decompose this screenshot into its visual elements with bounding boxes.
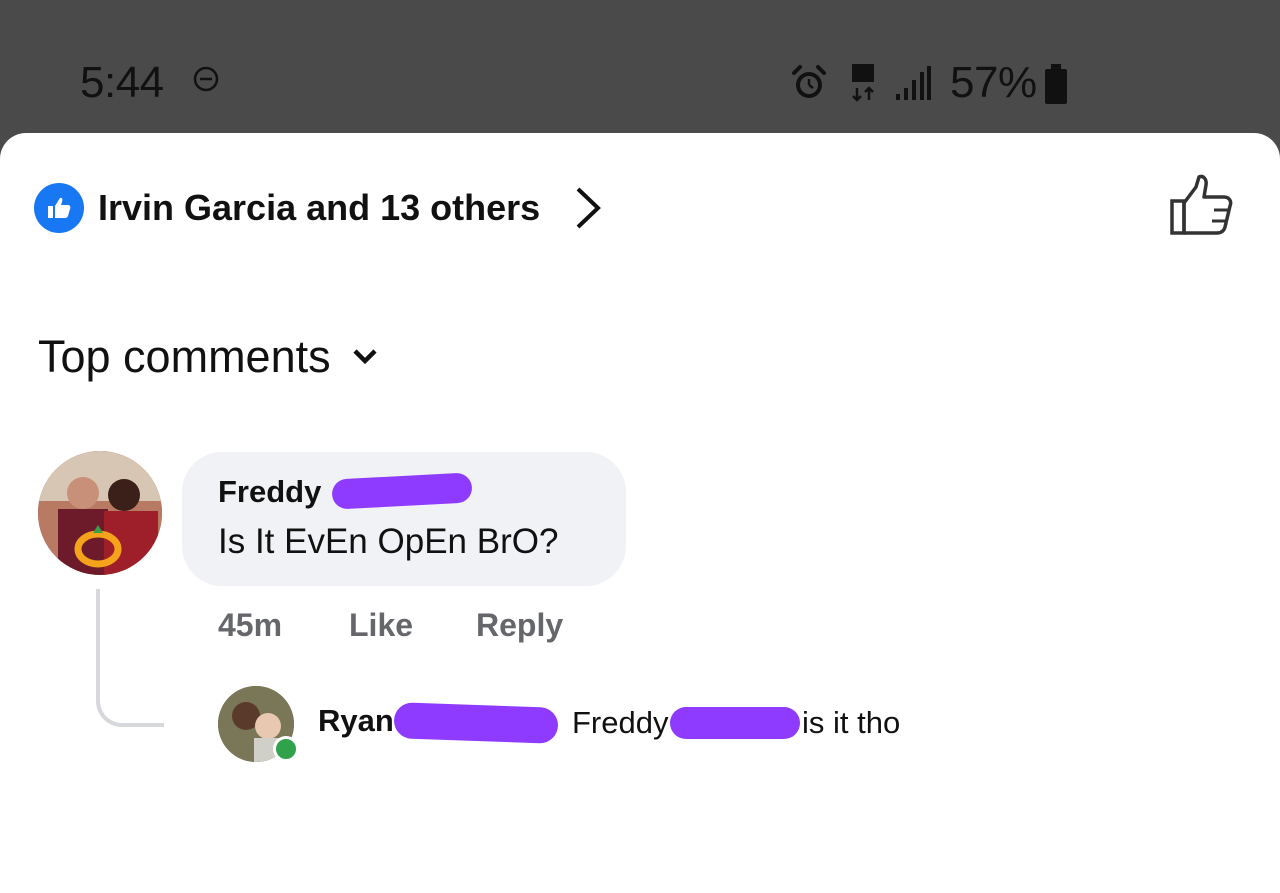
do-not-disturb-icon	[193, 66, 219, 92]
comment-bubble: Freddy Is It EvEn OpEn BrO?	[182, 452, 626, 586]
battery-percent: 57%	[950, 58, 1037, 107]
sort-comments-dropdown[interactable]: Top comments	[38, 331, 379, 383]
comment-text: Is It EvEn OpEn BrO?	[218, 522, 559, 561]
signal-icon	[896, 66, 931, 100]
comment-like-button[interactable]: Like	[349, 607, 413, 644]
online-status-indicator	[273, 736, 299, 762]
like-badge-icon	[34, 183, 84, 233]
like-button-icon[interactable]	[1168, 173, 1234, 239]
redaction-mark	[670, 707, 800, 739]
sort-label: Top comments	[38, 331, 331, 382]
redaction-mark	[331, 472, 473, 510]
chevron-right-icon	[576, 187, 602, 229]
avatar[interactable]	[38, 451, 162, 575]
reply-mention[interactable]: Freddy	[572, 705, 668, 741]
redaction-mark	[393, 702, 559, 744]
reply-text: is it tho	[802, 705, 901, 740]
status-bar: 5:44 57%	[0, 0, 1280, 140]
status-time: 5:44	[80, 58, 164, 107]
chevron-down-icon	[353, 349, 377, 365]
reply-thread-line	[96, 589, 164, 727]
comments-sheet: Irvin Garcia and 13 others Top comments …	[0, 133, 1280, 893]
alarm-icon	[792, 65, 826, 98]
comment-timestamp: 45m	[218, 607, 283, 643]
mobile-data-icon	[852, 64, 874, 102]
comment-author[interactable]: Freddy	[218, 474, 321, 510]
battery-icon	[1045, 64, 1067, 104]
reply-author[interactable]: Ryan	[318, 703, 394, 739]
comment-reply-button[interactable]: Reply	[476, 607, 563, 644]
reactions-text: Irvin Garcia and 13 others	[98, 187, 541, 228]
reactions-summary[interactable]: Irvin Garcia and 13 others	[34, 178, 606, 238]
